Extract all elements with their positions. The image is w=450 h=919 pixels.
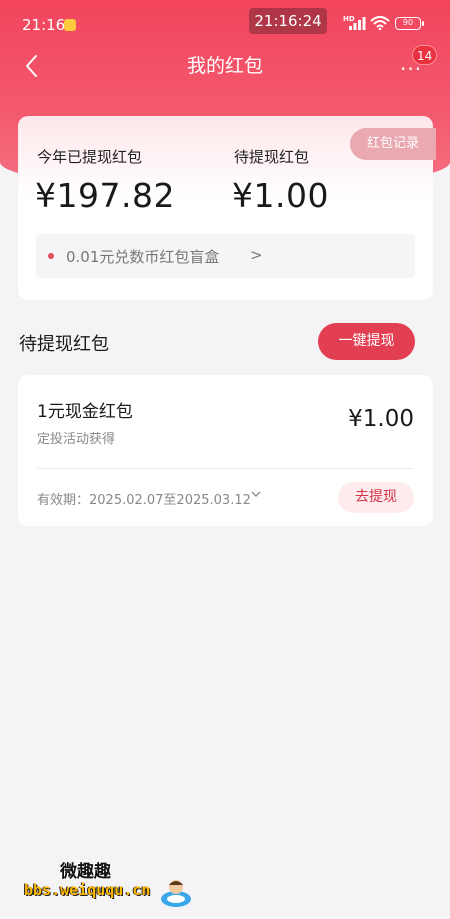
item-title: 1元现金红包 [37,402,133,422]
pending-amount: ¥1.00 [232,176,329,215]
withdraw-all-button[interactable]: 一键提现 [318,323,415,360]
mascot-icon [161,880,191,907]
wifi-icon [370,16,390,30]
screen-record-time: 21:16:24 [249,8,327,34]
promo-dot-icon [48,253,54,259]
status-bar: 21:16 21:16:24 HD 90 [0,0,450,48]
redpacket-record-button[interactable]: 红包记录 [350,128,436,160]
promo-banner[interactable]: 0.01元兑数币红包盲盒 > [36,234,415,278]
item-amount: ¥1.00 [348,406,414,432]
item-validity: 有效期：2025.02.07至2025.03.12 [37,493,251,508]
more-dots-icon: ··· [400,57,423,81]
notification-icon [64,19,76,31]
battery-icon: 90 [395,17,424,30]
summary-card: 红包记录 今年已提现红包 ¥197.82 待提现红包 ¥1.00 0.01元兑数… [18,116,436,300]
page-title: 我的红包 [186,55,263,77]
withdrawn-amount: ¥197.82 [35,176,175,215]
signal-icon [349,17,366,30]
redpacket-item: 1元现金红包 定投活动获得 ¥1.00 有效期：2025.02.07至2025.… [18,375,433,526]
status-time: 21:16 [22,16,66,34]
divider [37,468,414,469]
watermark-url: bbs.weiququ.cn [24,881,151,899]
section-title: 待提现红包 [19,334,109,355]
withdrawn-label: 今年已提现红包 [37,148,143,166]
watermark: 微趣趣 bbs.weiququ.cn [14,845,214,915]
item-source: 定投活动获得 [37,432,116,447]
chevron-down-icon[interactable] [250,488,262,500]
message-badge: 14 [412,45,438,65]
promo-text: 0.01元兑数币红包盲盒 [66,248,220,266]
pending-label: 待提现红包 [234,148,310,166]
withdraw-button[interactable]: 去提现 [338,482,414,513]
watermark-name: 微趣趣 [60,862,111,882]
chevron-right-icon: > [250,246,263,264]
